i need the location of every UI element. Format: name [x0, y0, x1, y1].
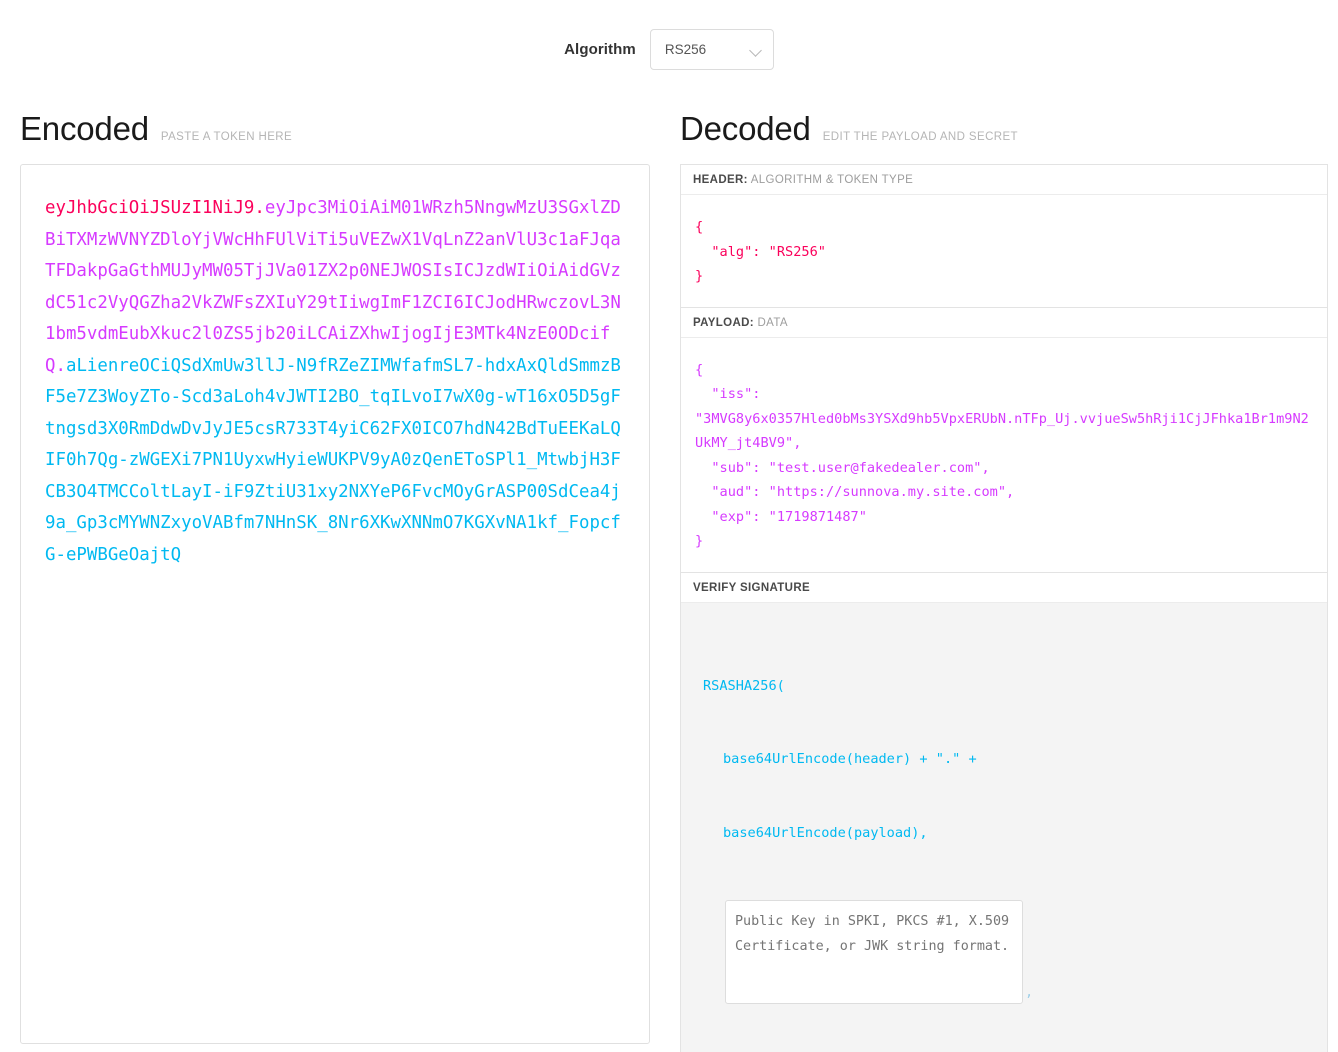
encoded-title: Encoded	[20, 110, 149, 147]
token-header-part: eyJhbGciOiJSUzI1NiJ9	[45, 198, 255, 218]
payload-panel-label: PAYLOAD: DATA	[681, 308, 1327, 338]
token-dot-1: .	[254, 198, 265, 218]
header-panel-label-strong: HEADER:	[693, 174, 748, 186]
signature-comma: ,	[1025, 983, 1034, 1000]
header-panel: HEADER: ALGORITHM & TOKEN TYPE { "alg": …	[680, 164, 1328, 307]
encoded-heading: Encoded PASTE A TOKEN HERE	[20, 74, 650, 164]
decoded-hint: EDIT THE PAYLOAD AND SECRET	[822, 131, 1018, 143]
payload-panel-label-strong: PAYLOAD:	[693, 316, 754, 329]
signature-panel-label-strong: VERIFY SIGNATURE	[693, 581, 810, 594]
signature-line-2: base64UrlEncode(header) + "." +	[723, 751, 977, 767]
payload-panel-label-light: DATA	[757, 316, 788, 329]
header-panel-label: HEADER: ALGORITHM & TOKEN TYPE	[681, 165, 1327, 195]
token-signature-part: aLienreOCiQSdXmUw3llJ-N9fRZeZIMWfafmSL7-…	[45, 355, 621, 565]
encoded-column: Encoded PASTE A TOKEN HERE eyJhbGciOiJSU…	[0, 74, 680, 1052]
public-key-input[interactable]	[725, 900, 1023, 1004]
decoded-title: Decoded	[680, 110, 811, 147]
signature-verify-body: RSASHA256( base64UrlEncode(header) + "."…	[681, 602, 1327, 1052]
header-json-editor[interactable]: { "alg": "RS256" }	[681, 195, 1327, 307]
algorithm-label: Algorithm	[564, 41, 636, 58]
algorithm-select[interactable]: RS256	[649, 29, 774, 70]
payload-json-editor[interactable]: { "iss": "3MVG8y6x0357Hled0bMs3YSXd9hb5V…	[681, 338, 1327, 572]
encoded-token-input[interactable]: eyJhbGciOiJSUzI1NiJ9.eyJpc3MiOiAiM01WRzh…	[20, 164, 650, 1044]
signature-panel: VERIFY SIGNATURE RSASHA256( base64UrlEnc…	[680, 571, 1328, 1052]
signature-line-1: RSASHA256(	[703, 677, 785, 694]
encoded-token-text: eyJhbGciOiJSUzI1NiJ9.eyJpc3MiOiAiM01WRzh…	[45, 193, 629, 571]
algorithm-selected-value: RS256	[664, 42, 707, 57]
payload-panel: PAYLOAD: DATA { "iss": "3MVG8y6x0357Hled…	[680, 306, 1328, 572]
signature-panel-label: VERIFY SIGNATURE	[681, 573, 1327, 603]
algorithm-bar: Algorithm RS256	[0, 0, 1338, 74]
decoded-heading: Decoded EDIT THE PAYLOAD AND SECRET	[680, 74, 1328, 164]
token-payload-part: eyJpc3MiOiAiM01WRzh5NngwMzU3SGxlZDBiTXMz…	[45, 198, 621, 376]
header-panel-label-light: ALGORITHM & TOKEN TYPE	[750, 174, 914, 186]
encoded-hint: PASTE A TOKEN HERE	[160, 131, 293, 143]
chevron-down-icon	[748, 44, 762, 57]
decoded-column: Decoded EDIT THE PAYLOAD AND SECRET HEAD…	[680, 74, 1338, 1052]
signature-line-3: base64UrlEncode(payload),	[723, 824, 928, 841]
token-dot-2: .	[55, 355, 66, 376]
main-columns: Encoded PASTE A TOKEN HERE eyJhbGciOiJSU…	[0, 74, 1338, 1052]
public-key-row: ,	[703, 894, 1313, 1004]
